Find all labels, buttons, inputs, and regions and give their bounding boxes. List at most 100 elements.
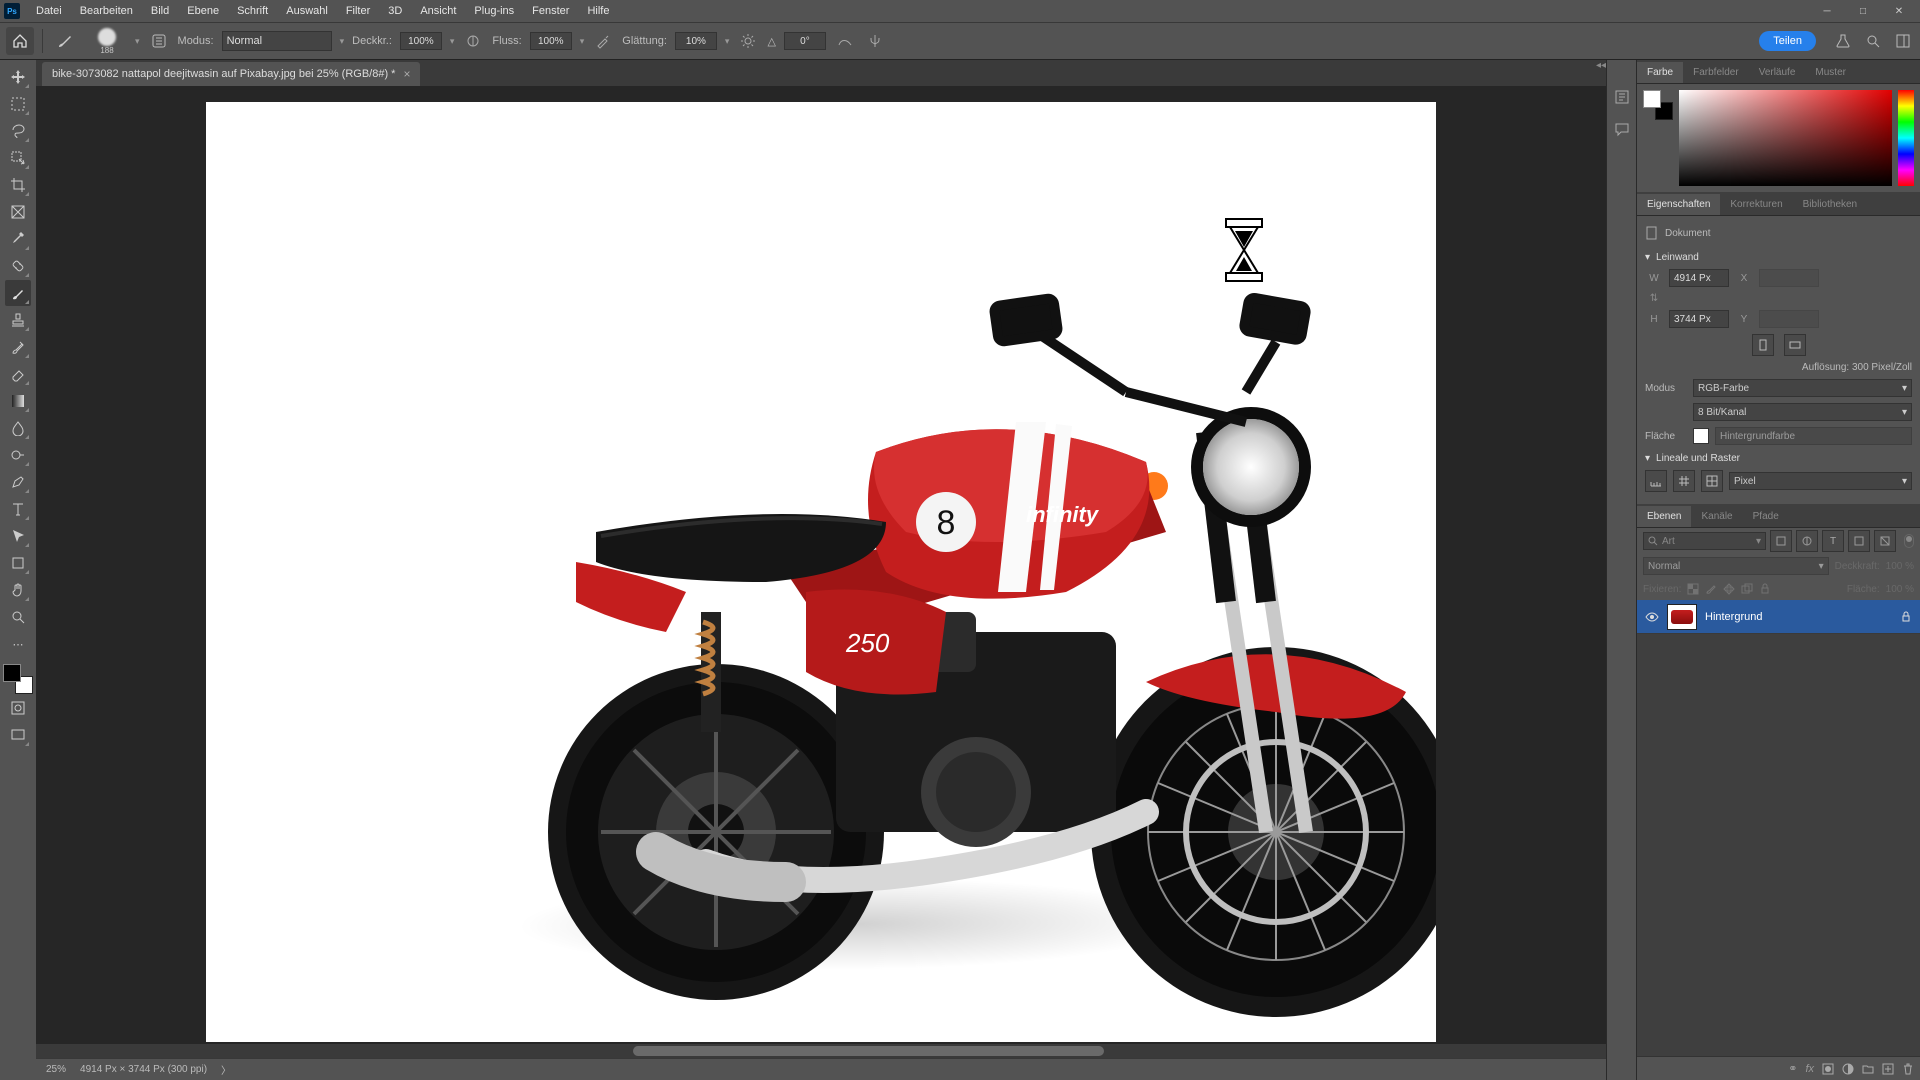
lock-all-icon[interactable] [1759, 583, 1771, 595]
chevron-down-icon[interactable]: ▾ [1645, 252, 1650, 263]
status-caret[interactable]: 〉 [221, 1062, 231, 1077]
units-select[interactable]: Pixel▾ [1729, 472, 1912, 490]
share-button[interactable]: Teilen [1759, 31, 1816, 51]
menu-file[interactable]: Datei [28, 3, 70, 19]
bitdepth-select[interactable]: 8 Bit/Kanal▾ [1693, 403, 1912, 421]
menu-type[interactable]: Schrift [229, 3, 276, 19]
path-select-tool[interactable] [5, 523, 31, 549]
brush-preset-picker[interactable]: 188 [87, 26, 127, 56]
fill-swatch[interactable] [1693, 428, 1709, 444]
type-tool[interactable] [5, 496, 31, 522]
lock-move-icon[interactable] [1723, 583, 1735, 595]
quickmask-toggle[interactable] [5, 695, 31, 721]
color-field[interactable] [1679, 90, 1892, 186]
lock-icon[interactable] [1900, 611, 1912, 623]
horizontal-scrollbar[interactable] [36, 1044, 1606, 1058]
object-select-tool[interactable] [5, 145, 31, 171]
visibility-toggle[interactable] [1645, 610, 1659, 624]
color-fg-bg-swatch[interactable] [1643, 90, 1673, 120]
lock-paint-icon[interactable] [1705, 583, 1717, 595]
filter-smart-icon[interactable] [1874, 530, 1896, 552]
lock-trans-icon[interactable] [1687, 583, 1699, 595]
menu-3d[interactable]: 3D [380, 3, 410, 19]
close-tab-icon[interactable]: × [403, 67, 410, 81]
hand-tool[interactable] [5, 577, 31, 603]
width-input[interactable] [1669, 269, 1729, 287]
brush-settings-icon[interactable] [148, 30, 170, 52]
tab-properties[interactable]: Eigenschaften [1637, 194, 1720, 215]
menu-plugins[interactable]: Plug-ins [466, 3, 522, 19]
tab-paths[interactable]: Pfade [1743, 506, 1789, 527]
smoothing-input[interactable] [675, 32, 717, 50]
menu-edit[interactable]: Bearbeiten [72, 3, 141, 19]
tab-gradients[interactable]: Verläufe [1749, 62, 1806, 83]
tab-adjustments[interactable]: Korrekturen [1720, 194, 1792, 215]
filter-adjust-icon[interactable] [1796, 530, 1818, 552]
menu-layer[interactable]: Ebene [179, 3, 227, 19]
lasso-tool[interactable] [5, 118, 31, 144]
menu-select[interactable]: Auswahl [278, 3, 336, 19]
symmetry-icon[interactable] [864, 30, 886, 52]
marquee-tool[interactable] [5, 91, 31, 117]
opacity-input[interactable] [400, 32, 442, 50]
zoom-tool[interactable] [5, 604, 31, 630]
guides-toggle[interactable] [1701, 470, 1723, 492]
brush-tool[interactable] [5, 280, 31, 306]
window-close[interactable]: ✕ [1882, 4, 1916, 18]
pressure-opacity-icon[interactable] [462, 30, 484, 52]
menu-view[interactable]: Ansicht [412, 3, 464, 19]
move-tool[interactable] [5, 64, 31, 90]
screenmode-toggle[interactable] [5, 722, 31, 748]
fx-icon[interactable]: fx [1805, 1063, 1814, 1075]
stamp-tool[interactable] [5, 307, 31, 333]
flow-input[interactable] [530, 32, 572, 50]
frame-tool[interactable] [5, 199, 31, 225]
shape-tool[interactable] [5, 550, 31, 576]
tab-patterns[interactable]: Muster [1805, 62, 1856, 83]
home-button[interactable] [6, 27, 34, 55]
search-icon[interactable] [1862, 30, 1884, 52]
gradient-tool[interactable] [5, 388, 31, 414]
fill-select[interactable]: Hintergrundfarbe [1715, 427, 1912, 445]
layer-name[interactable]: Hintergrund [1705, 611, 1762, 623]
eyedropper-tool[interactable] [5, 226, 31, 252]
new-layer-icon[interactable] [1882, 1063, 1894, 1075]
chevron-down-icon[interactable]: ▾ [1645, 453, 1650, 464]
lock-nest-icon[interactable] [1741, 583, 1753, 595]
height-input[interactable] [1669, 310, 1729, 328]
document-tab[interactable]: bike-3073082 nattapol deejitwasin auf Pi… [42, 62, 420, 86]
pressure-size-icon[interactable] [834, 30, 856, 52]
adjustment-icon[interactable] [1842, 1063, 1854, 1075]
tab-swatches[interactable]: Farbfelder [1683, 62, 1749, 83]
menu-help[interactable]: Hilfe [579, 3, 617, 19]
menu-image[interactable]: Bild [143, 3, 177, 19]
eraser-tool[interactable] [5, 361, 31, 387]
menu-filter[interactable]: Filter [338, 3, 378, 19]
canvas[interactable]: 8 infinity 250 [36, 86, 1606, 1058]
window-maximize[interactable]: □ [1846, 4, 1880, 18]
dock-icon-history[interactable] [1611, 86, 1633, 108]
zoom-level[interactable]: 25% [46, 1064, 66, 1075]
edit-toolbar[interactable]: ⋯ [5, 631, 31, 657]
colormode-select[interactable]: RGB-Farbe▾ [1693, 379, 1912, 397]
mask-icon[interactable] [1822, 1063, 1834, 1075]
filter-type-icon[interactable]: T [1822, 530, 1844, 552]
tab-libraries[interactable]: Bibliotheken [1793, 194, 1867, 215]
orientation-portrait[interactable] [1752, 334, 1774, 356]
link-wh-icon[interactable]: ⇅ [1645, 293, 1663, 304]
foreground-color-swatch[interactable] [3, 664, 21, 682]
trash-icon[interactable] [1902, 1063, 1914, 1075]
smoothing-options-icon[interactable] [737, 30, 759, 52]
crop-tool[interactable] [5, 172, 31, 198]
layer-opacity-value[interactable]: 100 % [1886, 561, 1914, 572]
link-layers-icon[interactable]: ⚭ [1788, 1062, 1797, 1075]
color-swatches[interactable] [3, 664, 33, 694]
tab-channels[interactable]: Kanäle [1691, 506, 1742, 527]
collapse-panels-icon[interactable]: ◂◂ [1596, 60, 1606, 71]
angle-input[interactable] [784, 32, 826, 50]
blend-mode-select[interactable]: Normal [222, 31, 332, 51]
layer-filter[interactable]: Art▾ [1643, 532, 1766, 550]
menu-window[interactable]: Fenster [524, 3, 577, 19]
layer-thumbnail[interactable] [1667, 604, 1697, 630]
group-icon[interactable] [1862, 1063, 1874, 1075]
